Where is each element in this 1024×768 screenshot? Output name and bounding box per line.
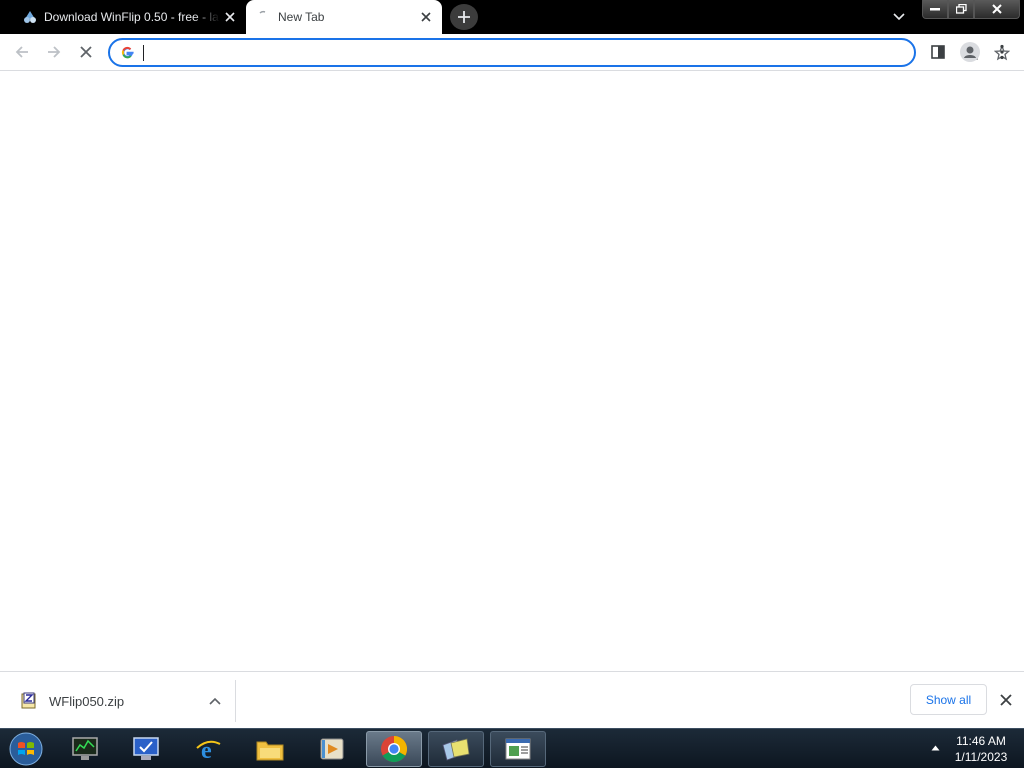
plus-icon xyxy=(458,11,470,23)
close-icon xyxy=(80,46,92,58)
tab-close-icon[interactable] xyxy=(220,7,240,27)
close-icon xyxy=(992,4,1002,14)
close-icon xyxy=(1000,694,1012,706)
show-hidden-icons-button[interactable] xyxy=(928,741,942,755)
stop-loading-button[interactable] xyxy=(71,37,101,67)
chevron-up-icon xyxy=(209,697,221,705)
taskbar-app-windows-explorer[interactable] xyxy=(242,731,298,767)
chrome-icon xyxy=(381,735,408,763)
chevron-down-icon xyxy=(893,13,905,21)
clock-time: 11:46 AM xyxy=(956,734,1006,748)
back-button[interactable] xyxy=(7,37,37,67)
tab-close-icon[interactable] xyxy=(416,7,436,27)
profile-button[interactable] xyxy=(955,37,985,67)
window-icon xyxy=(505,738,531,760)
download-shelf: WFlip050.zip Show all xyxy=(0,671,1024,728)
side-panel-icon xyxy=(931,45,945,59)
tab-title: New Tab xyxy=(278,10,325,24)
more-vertical-icon xyxy=(1000,44,1004,60)
ie-icon: e xyxy=(196,738,221,763)
close-download-shelf-button[interactable] xyxy=(994,688,1018,712)
menu-button[interactable] xyxy=(987,37,1017,67)
google-icon xyxy=(121,47,134,59)
download-filename: WFlip050.zip xyxy=(49,693,125,709)
start-button[interactable] xyxy=(6,731,46,767)
close-window-button[interactable] xyxy=(974,0,1020,19)
arrow-right-icon xyxy=(48,46,61,58)
show-all-button[interactable]: Show all xyxy=(910,684,987,715)
windows-logo-icon xyxy=(9,732,43,766)
tab-strip: Download WinFlip 0.50 - free - la New Ta… xyxy=(0,0,1024,34)
zip-file-icon xyxy=(21,692,36,709)
page-content xyxy=(0,71,1024,672)
download-item[interactable]: WFlip050.zip xyxy=(12,680,236,722)
clock-date: 1/11/2023 xyxy=(954,750,1008,764)
triangle-up-icon xyxy=(931,745,939,751)
folder-icon xyxy=(256,741,284,761)
new-tab-button[interactable] xyxy=(450,4,478,30)
window-controls xyxy=(922,0,1020,19)
tab-new-tab[interactable]: New Tab xyxy=(246,0,442,34)
taskbar: e 11:46 AM 1/11/2023 xyxy=(0,728,1024,768)
taskbar-app-winflip[interactable] xyxy=(428,731,484,767)
minimize-icon xyxy=(930,8,940,11)
media-icon xyxy=(320,738,344,760)
arrow-left-icon xyxy=(15,46,28,58)
address-input[interactable] xyxy=(142,43,842,62)
side-panel-button[interactable] xyxy=(923,37,953,67)
avatar-icon xyxy=(960,42,980,62)
system-clock[interactable]: 11:46 AM 1/11/2023 xyxy=(950,733,1012,765)
taskbar-app-resource-monitor[interactable] xyxy=(57,731,113,767)
monitor-chart-icon xyxy=(72,737,98,760)
browser-toolbar xyxy=(0,34,1024,71)
taskbar-app-text-window[interactable] xyxy=(490,731,546,767)
tab-title: Download WinFlip 0.50 - free - la xyxy=(44,10,219,24)
tab-search-button[interactable] xyxy=(888,6,910,28)
loading-icon xyxy=(256,9,272,25)
minimize-button[interactable] xyxy=(922,0,948,19)
tab-winflip-download[interactable]: Download WinFlip 0.50 - free - la xyxy=(12,0,246,34)
taskbar-app-task-manager[interactable] xyxy=(118,731,174,767)
text-caret xyxy=(143,45,144,61)
restore-button[interactable] xyxy=(948,0,974,19)
download-options-button[interactable] xyxy=(203,689,227,713)
taskbar-app-google-chrome[interactable] xyxy=(366,731,422,767)
forward-button[interactable] xyxy=(39,37,69,67)
checklist-icon xyxy=(133,737,159,760)
address-bar[interactable] xyxy=(108,38,1010,67)
taskbar-app-media-player[interactable] xyxy=(304,731,360,767)
taskbar-app-internet-explorer[interactable]: e xyxy=(180,731,236,767)
softpedia-icon xyxy=(22,9,38,25)
winflip-icon xyxy=(442,738,470,761)
restore-icon xyxy=(955,4,967,14)
